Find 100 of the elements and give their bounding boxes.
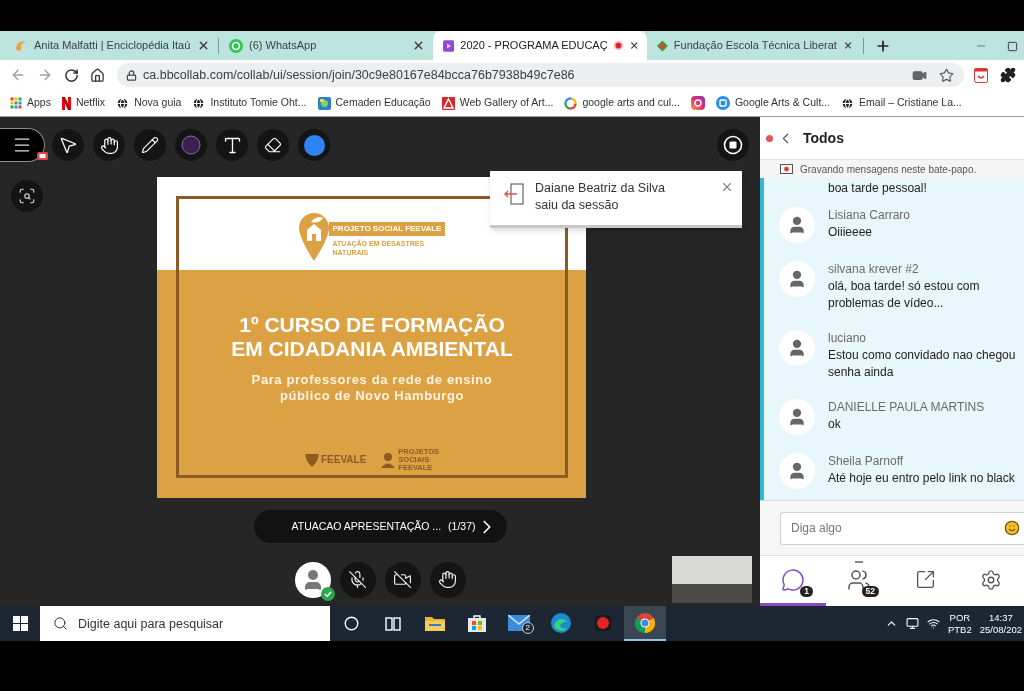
shopping-bag-icon — [468, 613, 486, 632]
menu-button[interactable] — [0, 128, 45, 162]
message-author: silvana krever #2 — [828, 261, 920, 278]
chat-title: Todos — [803, 128, 844, 148]
hand-icon — [99, 135, 119, 155]
close-icon — [720, 180, 734, 194]
raise-hand-button[interactable] — [429, 561, 466, 598]
browser-tab[interactable]: Anita Malfatti | Enciclopédia Itaú — [4, 31, 218, 60]
bookmark[interactable]: Nova guia — [116, 95, 182, 111]
close-icon[interactable] — [842, 39, 853, 52]
lock-icon — [126, 69, 137, 81]
bookmark[interactable]: Web Gallery of Art... — [441, 95, 554, 111]
puzzle-icon[interactable] — [1000, 67, 1016, 83]
emoji-icon[interactable] — [1004, 519, 1020, 536]
message-text: olá, boa tarde! só estou com problemas de vídeo... — [828, 278, 981, 312]
microphone-button[interactable] — [339, 561, 376, 598]
location-pin-icon — [298, 213, 329, 261]
circle-shape-icon — [181, 135, 201, 155]
network-icon[interactable] — [905, 617, 919, 630]
pointer-icon — [58, 135, 78, 155]
keyboard-layout: PTB2 — [947, 623, 972, 636]
apps-grid-icon — [10, 97, 22, 109]
person-logo-icon — [380, 452, 397, 468]
browser-tab[interactable]: 2020 - PROGRAMA EDUCAÇ — [433, 31, 647, 60]
bookmark[interactable]: Cemaden Educação — [317, 95, 431, 111]
taskbar-app[interactable]: 2 — [498, 606, 540, 641]
bookmark[interactable]: google arts and cul... — [564, 95, 680, 111]
tile-icon — [317, 96, 331, 110]
folder-icon — [425, 614, 445, 631]
bookmark-star-icon[interactable] — [939, 67, 954, 83]
microphone-off-icon — [348, 570, 367, 589]
close-button[interactable] — [720, 180, 734, 194]
person-icon — [787, 338, 807, 358]
bookmark[interactable]: Instituto Tomie Oht... — [192, 95, 307, 111]
swirl-icon — [14, 38, 28, 53]
mail-icon — [508, 614, 530, 631]
maximize-icon[interactable] — [1007, 40, 1018, 52]
diamond-icon — [657, 38, 668, 53]
tool-button[interactable] — [257, 129, 289, 161]
settings-icon — [980, 568, 1002, 591]
extension-icon[interactable] — [974, 67, 988, 83]
close-icon[interactable] — [628, 39, 639, 52]
message-text: boa tarde pessoal! — [827, 180, 928, 197]
tool-button[interactable] — [134, 129, 166, 161]
tool-button[interactable] — [93, 129, 125, 161]
bookmark[interactable] — [690, 96, 705, 110]
logo-text: FEEVALE — [320, 455, 367, 465]
circle-icon — [343, 616, 359, 631]
back-icon[interactable] — [10, 67, 26, 83]
wave-circle-icon — [551, 612, 571, 633]
search-icon — [53, 616, 68, 631]
tool-button[interactable] — [52, 129, 84, 161]
plus-icon — [875, 38, 891, 54]
status-dot-icon — [766, 134, 773, 142]
message-text: Estou como convidado nao chegou senha ainda — [828, 347, 1017, 381]
language-indicator[interactable]: POR PTB2 — [947, 611, 972, 636]
slide-subtitle: Para professores da rede de ensino público de Novo Hamburgo — [251, 372, 493, 404]
bookmark[interactable]: Google Arts & Cult... — [715, 95, 831, 111]
task-view-icon — [385, 616, 401, 631]
ring-icon — [564, 96, 578, 110]
eraser-icon — [264, 136, 282, 154]
message-author: Lisiana Carraro — [828, 207, 912, 224]
taskbar-search-field[interactable]: Digite aqui para pesquisar — [40, 606, 330, 641]
chat-nav-tab[interactable]: 52 — [826, 556, 892, 606]
home-icon[interactable] — [90, 67, 105, 83]
stop-icon — [723, 135, 743, 155]
close-icon[interactable] — [197, 39, 210, 52]
message-text: Oiiieeee — [828, 224, 874, 241]
language-code: POR — [949, 611, 971, 624]
bookmark[interactable]: Apps — [10, 95, 51, 111]
browser-tab[interactable]: (6) WhatsApp — [219, 31, 433, 60]
chat-bubble-icon — [781, 567, 805, 592]
zoom-view-button[interactable] — [11, 180, 43, 212]
clock[interactable]: 14:37 25/08/202 — [979, 611, 1022, 636]
message-input[interactable]: Diga algo — [780, 511, 1024, 545]
camera-button[interactable] — [384, 561, 421, 598]
person-icon — [787, 407, 807, 427]
message-text: ok — [828, 416, 842, 433]
taskbar-app[interactable] — [624, 606, 666, 641]
recording-banner: Gravando mensagens neste bate-papo. — [760, 160, 1024, 178]
wifi-icon[interactable] — [926, 617, 940, 630]
bookmark[interactable]: Netflix — [61, 95, 106, 111]
pencil-icon — [141, 136, 159, 154]
hand-icon — [438, 570, 457, 589]
drag-handle[interactable] — [855, 561, 863, 563]
globe-icon — [841, 96, 855, 110]
exit-icon — [503, 183, 525, 205]
chrome-icon — [635, 612, 655, 633]
bookmark[interactable]: Email – Cristiane La... — [841, 95, 962, 111]
reload-icon[interactable] — [64, 67, 79, 83]
globe-icon — [116, 96, 130, 110]
share-icon — [914, 569, 936, 590]
address-field[interactable]: ca.bbcollab.com/collab/ui/session/join/30c9e80167e84bcca76b7938b49c7e86 — [117, 63, 964, 87]
camera-off-icon — [393, 570, 412, 589]
close-icon[interactable] — [412, 39, 425, 52]
color-swatch-icon — [303, 134, 325, 156]
presentation-title: ATUACAO APRESENTAÇÃO ... — [291, 518, 442, 534]
tool-button[interactable] — [216, 129, 248, 161]
browser-tab[interactable]: Fundação Escola Técnica Liberat — [647, 31, 861, 60]
record-button[interactable] — [717, 129, 749, 161]
